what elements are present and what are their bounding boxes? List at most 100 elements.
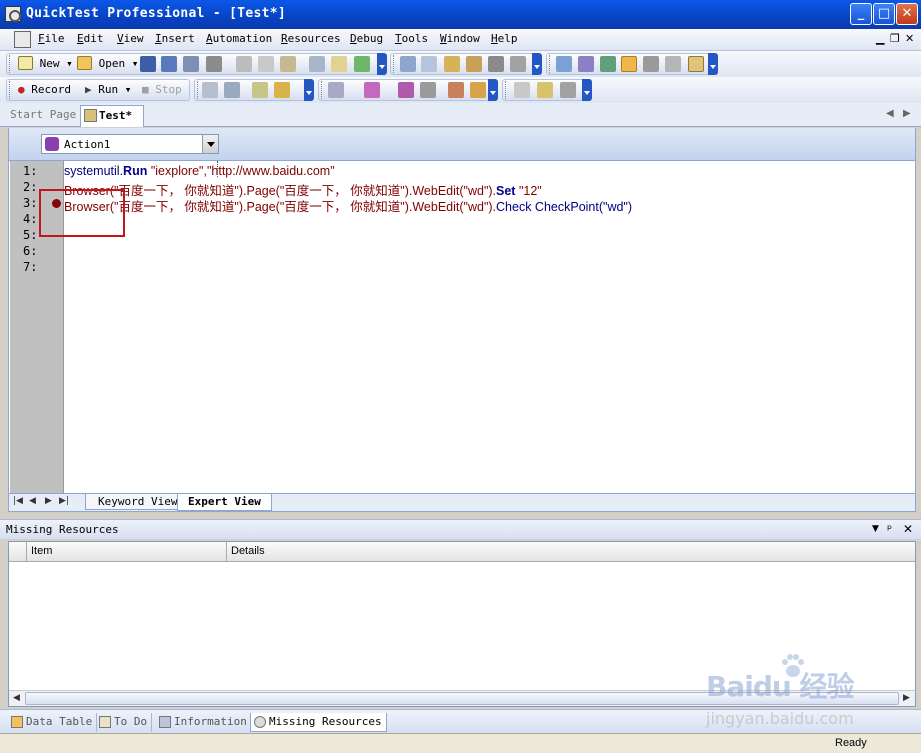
close-button[interactable]: ✕ [896, 3, 918, 25]
print-icon[interactable] [206, 56, 222, 72]
next-tab-icon[interactable]: ▶ [45, 496, 52, 506]
cut-icon[interactable] [236, 56, 252, 72]
save-all-icon[interactable] [161, 56, 177, 72]
toolbar-grip[interactable] [321, 81, 324, 99]
pin-icon[interactable]: ᵖ [887, 522, 892, 536]
chevron-down-icon[interactable] [202, 135, 218, 153]
debug-viewer-icon[interactable] [643, 56, 659, 72]
column-header-item[interactable]: Item [27, 542, 227, 561]
code-line[interactable]: Browser("百度一下， 你就知道").Page("百度一下， 你就知道")… [64, 196, 632, 215]
spy-icon[interactable] [354, 56, 370, 72]
mdi-minimize-icon[interactable]: ▁ [876, 32, 884, 45]
run-button[interactable]: ▶ Run ▾ [85, 81, 131, 99]
code-line[interactable]: systemutil.Run "iexplore","http://www.ba… [64, 164, 335, 178]
tab-scroll-left-icon[interactable]: ◀ [886, 108, 894, 119]
redo-icon[interactable] [421, 56, 437, 72]
menu-window[interactable]: Window [440, 32, 480, 45]
qtp-app-icon[interactable] [5, 6, 21, 22]
document-menu-icon[interactable] [14, 31, 31, 48]
toolbar-grip[interactable] [505, 81, 508, 99]
toolbar-options-chevron[interactable] [582, 79, 592, 101]
new-button[interactable]: New ▾ [18, 55, 73, 73]
toolbar-options-chevron[interactable] [488, 79, 498, 101]
active-screen-icon[interactable] [688, 56, 704, 72]
menu-view[interactable]: View [117, 32, 144, 45]
tab-keyword-view[interactable]: Keyword View [85, 494, 191, 510]
panel-close-icon[interactable]: ✕ [903, 522, 913, 536]
toolbar-options-chevron[interactable] [377, 53, 387, 75]
action-dropdown[interactable]: Action1 [41, 134, 219, 154]
toolbar-grip[interactable] [9, 55, 12, 73]
analog-recording-icon[interactable] [202, 82, 218, 98]
stop-button[interactable]: ■ Stop [142, 81, 182, 99]
save-icon[interactable] [140, 56, 156, 72]
menu-debug[interactable]: Debug [350, 32, 383, 45]
minimize-button[interactable]: _ [850, 3, 872, 25]
toolbar-grip[interactable] [9, 81, 12, 99]
resources-icon[interactable] [578, 56, 594, 72]
toolbar-options-chevron[interactable] [532, 53, 542, 75]
line-number: 2: [23, 180, 38, 194]
tab-start-page[interactable]: Start Page [10, 108, 76, 121]
uncomment-icon[interactable] [466, 56, 482, 72]
toolbar-grip[interactable] [393, 55, 396, 73]
menu-file[interactable]: File [38, 32, 65, 45]
mdi-close-icon[interactable]: ✕ [905, 32, 914, 45]
tab-to-do[interactable]: To Do [96, 713, 153, 732]
low-level-recording-icon[interactable] [224, 82, 240, 98]
toolbar-grip[interactable] [197, 81, 200, 99]
save-with-resources-icon[interactable] [183, 56, 199, 72]
menu-resources[interactable]: Resources [281, 32, 341, 45]
panel-menu-icon[interactable]: ▼ [872, 524, 879, 534]
menu-automation[interactable]: Automation [206, 32, 272, 45]
copy-icon[interactable] [258, 56, 274, 72]
menu-help[interactable]: Help [491, 32, 518, 45]
insert-breakpoint-icon[interactable] [274, 82, 290, 98]
maximize-button[interactable]: □ [873, 3, 895, 25]
object-repository-icon[interactable] [665, 56, 681, 72]
record-button[interactable]: ● Record [18, 81, 71, 99]
insert-checkpoint-icon[interactable] [328, 82, 344, 98]
toolbar-options-chevron[interactable] [708, 53, 718, 75]
copy-action-icon[interactable] [470, 82, 486, 98]
menu-edit[interactable]: Edit [77, 32, 104, 45]
comment-icon[interactable] [444, 56, 460, 72]
open-button[interactable]: Open ▾ [77, 55, 138, 73]
checkpoint-icon[interactable] [331, 56, 347, 72]
tab-expert-view[interactable]: Expert View [177, 494, 272, 511]
find-icon[interactable] [488, 56, 504, 72]
available-keywords-icon[interactable] [600, 56, 616, 72]
menu-insert[interactable]: Insert [155, 32, 195, 45]
expert-view-editor[interactable]: 1: 2: 3: 4: 5: 6: 7: systemutil.Run "iexplore"… [8, 160, 916, 494]
toolbar-grip[interactable] [549, 55, 552, 73]
properties-icon[interactable] [514, 82, 530, 98]
scroll-left-icon[interactable]: ◀ [13, 693, 20, 703]
title-bar[interactable]: QuickTest Professional - [Test*] _ □ ✕ [0, 0, 921, 29]
start-transaction-icon[interactable] [398, 82, 414, 98]
replace-icon[interactable] [510, 56, 526, 72]
toolbar-options-chevron[interactable] [304, 79, 314, 101]
call-action-icon[interactable] [448, 82, 464, 98]
tab-missing-resources[interactable]: Missing Resources [250, 713, 387, 732]
paste-icon[interactable] [280, 56, 296, 72]
mdi-restore-icon[interactable]: ❐ [890, 32, 900, 45]
menu-tools[interactable]: Tools [395, 32, 428, 45]
step-into-icon[interactable] [252, 82, 268, 98]
last-tab-icon[interactable]: ▶| [59, 496, 69, 506]
tab-data-table[interactable]: Data Table [8, 713, 98, 732]
undo-icon[interactable] [400, 56, 416, 72]
tab-test[interactable]: Test* [80, 105, 144, 127]
test-flow-icon[interactable] [556, 56, 572, 72]
end-transaction-icon[interactable] [420, 82, 436, 98]
insert-output-value-icon[interactable] [364, 82, 380, 98]
first-tab-icon[interactable]: |◀ [13, 496, 23, 506]
test-settings-icon[interactable] [560, 82, 576, 98]
column-header-details[interactable]: Details [227, 542, 915, 561]
step-generator-icon[interactable] [309, 56, 325, 72]
data-table-icon[interactable] [621, 56, 637, 72]
document-tabs: Start Page Test* ◀ ▶ [0, 103, 921, 127]
tab-scroll-right-icon[interactable]: ▶ [903, 108, 911, 119]
prev-tab-icon[interactable]: ◀ [29, 496, 36, 506]
information-icon[interactable] [537, 82, 553, 98]
tab-information[interactable]: Information [156, 713, 252, 732]
